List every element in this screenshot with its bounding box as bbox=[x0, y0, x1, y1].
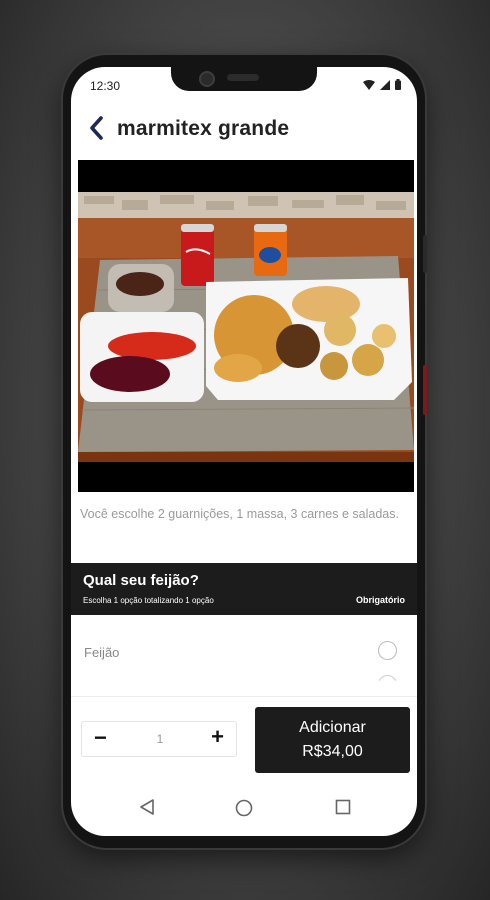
screen: 12:30 marmitex grande Você escolhe 2 gua… bbox=[71, 67, 417, 836]
earpiece-speaker bbox=[227, 74, 259, 81]
product-description: Você escolhe 2 guarnições, 1 massa, 3 ca… bbox=[80, 507, 399, 521]
section-header: Qual seu feijão? Escolha 1 opção totaliz… bbox=[71, 563, 417, 615]
section-subtitle: Escolha 1 opção totalizando 1 opção bbox=[83, 596, 214, 605]
chevron-left-icon[interactable] bbox=[85, 113, 109, 143]
triangle-back-icon[interactable] bbox=[139, 799, 155, 815]
phone-frame: 12:30 marmitex grande Você escolhe 2 gua… bbox=[63, 55, 427, 848]
quantity-value: 1 bbox=[156, 732, 164, 746]
circle-home-icon[interactable] bbox=[235, 799, 253, 817]
option-radio-partial bbox=[378, 675, 397, 681]
product-image bbox=[78, 160, 414, 492]
increment-button[interactable]: + bbox=[211, 724, 224, 750]
wifi-icon bbox=[363, 79, 375, 90]
notch bbox=[171, 67, 317, 91]
page-title: marmitex grande bbox=[117, 117, 290, 140]
signal-icon bbox=[380, 79, 390, 90]
add-button-label: Adicionar bbox=[299, 719, 366, 736]
status-icons bbox=[363, 79, 401, 90]
quantity-stepper: − 1 + bbox=[81, 721, 237, 757]
option-row[interactable]: Feijão bbox=[71, 633, 417, 681]
square-recents-icon[interactable] bbox=[335, 799, 351, 815]
volume-button bbox=[423, 235, 427, 273]
app-bar: marmitex grande bbox=[71, 109, 417, 149]
front-camera bbox=[199, 71, 215, 87]
status-time: 12:30 bbox=[90, 79, 121, 93]
required-badge: Obrigatório bbox=[356, 595, 405, 605]
add-button-price: R$34,00 bbox=[302, 743, 363, 760]
decrement-button[interactable]: − bbox=[94, 725, 107, 751]
power-button bbox=[423, 365, 427, 415]
section-title: Qual seu feijão? bbox=[83, 572, 199, 589]
option-label: Feijão bbox=[84, 645, 120, 660]
order-bar: − 1 + Adicionar R$34,00 bbox=[71, 696, 417, 781]
option-radio[interactable] bbox=[378, 641, 397, 660]
add-to-cart-button[interactable]: Adicionar R$34,00 bbox=[255, 707, 410, 773]
battery-icon bbox=[395, 79, 401, 90]
system-nav-bar bbox=[71, 780, 417, 836]
